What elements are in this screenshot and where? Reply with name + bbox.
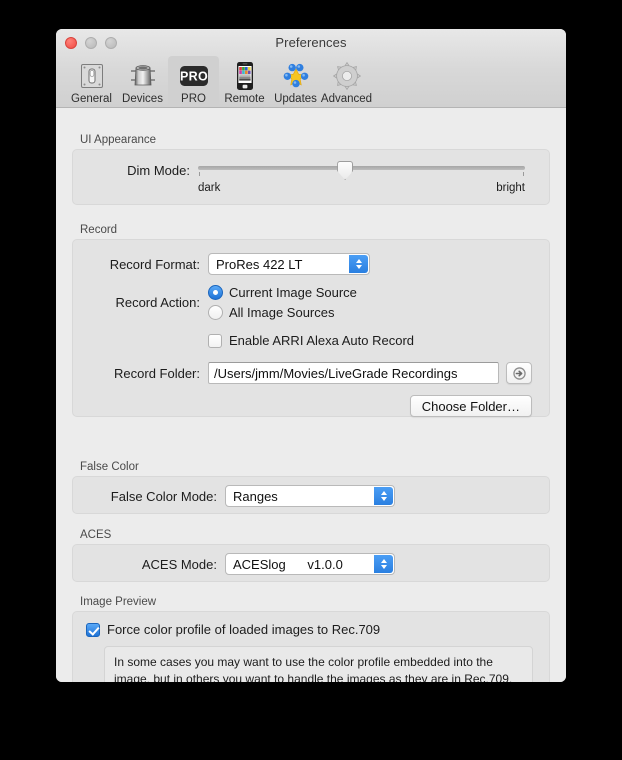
toolbar-item-updates[interactable]: Updates <box>270 56 321 107</box>
toolbar-item-advanced[interactable]: Advanced <box>321 56 372 107</box>
toolbar-item-remote[interactable]: Remote <box>219 56 270 107</box>
arrow-right-circle-icon <box>512 366 526 380</box>
group-image-preview: Force color profile of loaded images to … <box>72 611 550 682</box>
preferences-content: UI Appearance Dim Mode: dark bright Reco… <box>56 108 566 682</box>
record-action-label: Record Action: <box>115 295 200 310</box>
record-folder-value: /Users/jmm/Movies/LiveGrade Recordings <box>214 365 458 381</box>
toolbar-label-pro: PRO <box>181 93 206 105</box>
dim-mode-label: Dim Mode: <box>127 162 190 178</box>
false-color-mode-value: Ranges <box>233 488 278 504</box>
toolbar-label-general: General <box>71 93 112 105</box>
checkbox-indicator-checked <box>86 622 100 637</box>
toolbar-label-updates: Updates <box>274 93 317 105</box>
preferences-window: Preferences General Devices PRO PRO Remo… <box>56 29 566 682</box>
record-format-value: ProRes 422 LT <box>216 256 303 272</box>
group-false-color: False Color Mode: Ranges <box>72 476 550 514</box>
svg-text:PRO: PRO <box>180 69 208 83</box>
checkbox-label-force-rec709: Force color profile of loaded images to … <box>107 622 381 637</box>
choose-folder-label: Choose Folder… <box>421 398 520 414</box>
chevron-updown-icon <box>349 255 368 273</box>
slider-tick-min <box>199 172 200 176</box>
dim-mode-slider[interactable] <box>198 159 525 181</box>
checkbox-indicator-unchecked <box>208 333 222 348</box>
gear-icon <box>330 59 364 92</box>
checkbox-label-arri-alexa-auto-record: Enable ARRI Alexa Auto Record <box>229 333 415 348</box>
false-color-mode-select[interactable]: Ranges <box>225 485 395 507</box>
slider-min-label: dark <box>198 182 221 194</box>
preferences-toolbar: General Devices PRO PRO Remote Updates A… <box>66 56 372 107</box>
toolbar-label-advanced: Advanced <box>320 93 373 105</box>
slider-track <box>198 166 525 170</box>
slider-knob[interactable] <box>337 161 354 180</box>
section-title-ui-appearance: UI Appearance <box>80 134 157 146</box>
device-cylinder-icon <box>126 59 160 92</box>
choose-folder-button[interactable]: Choose Folder… <box>409 395 532 417</box>
false-color-mode-label: False Color Mode: <box>110 488 217 504</box>
toolbar-label-devices: Devices <box>122 93 163 105</box>
radio-label-all-image-sources: All Image Sources <box>229 305 335 320</box>
radio-label-current-image-source: Current Image Source <box>229 285 357 300</box>
chevron-updown-icon <box>374 487 393 505</box>
blue-dots-star-icon <box>279 59 313 92</box>
chevron-updown-icon <box>374 555 393 573</box>
aces-mode-label: ACES Mode: <box>141 556 217 572</box>
radio-all-image-sources[interactable]: All Image Sources <box>208 305 357 320</box>
aces-mode-select[interactable]: ACESlog v1.0.0 <box>225 553 395 575</box>
toolbar-item-general[interactable]: General <box>66 56 117 107</box>
slider-tick-max <box>523 172 524 176</box>
checkbox-arri-alexa-auto-record[interactable]: Enable ARRI Alexa Auto Record <box>208 333 414 348</box>
record-folder-row: Record Folder: /Users/jmm/Movies/LiveGra… <box>85 362 535 384</box>
record-folder-input[interactable]: /Users/jmm/Movies/LiveGrade Recordings <box>208 362 499 384</box>
radio-indicator-unselected <box>208 305 223 320</box>
reveal-folder-button[interactable] <box>506 362 532 384</box>
slider-max-label: bright <box>496 182 525 194</box>
title-bar: Preferences General Devices PRO PRO Remo… <box>56 29 566 108</box>
section-title-record: Record <box>80 224 118 236</box>
aces-mode-row: ACES Mode: ACESlog v1.0.0 <box>85 553 535 575</box>
record-folder-label: Record Folder: <box>114 365 200 381</box>
group-ui-appearance: Dim Mode: dark bright <box>72 149 550 205</box>
dim-mode-row: Dim Mode: <box>85 159 525 181</box>
section-title-image-preview: Image Preview <box>80 596 157 608</box>
aces-mode-value: ACESlog v1.0.0 <box>233 556 343 572</box>
pro-badge-icon: PRO <box>177 59 211 92</box>
record-format-label: Record Format: <box>109 256 200 272</box>
false-color-mode-row: False Color Mode: Ranges <box>85 485 535 507</box>
switch-panel-icon <box>75 59 109 92</box>
image-preview-help-text: In some cases you may want to use the co… <box>104 646 533 682</box>
toolbar-label-remote: Remote <box>224 93 265 105</box>
section-title-aces: ACES <box>80 529 112 541</box>
radio-indicator-selected <box>208 285 223 300</box>
toolbar-item-devices[interactable]: Devices <box>117 56 168 107</box>
radio-current-image-source[interactable]: Current Image Source <box>208 285 357 300</box>
checkbox-force-rec709[interactable]: Force color profile of loaded images to … <box>86 622 533 637</box>
window-title: Preferences <box>275 35 347 50</box>
toolbar-item-pro[interactable]: PRO PRO <box>168 56 219 107</box>
group-aces: ACES Mode: ACESlog v1.0.0 <box>72 544 550 582</box>
group-record: Record Format: ProRes 422 LT Record Acti… <box>72 239 550 417</box>
record-format-row: Record Format: ProRes 422 LT <box>85 253 535 275</box>
section-title-false-color: False Color <box>80 461 139 473</box>
phone-colorchart-icon <box>228 59 262 92</box>
record-format-select[interactable]: ProRes 422 LT <box>208 253 370 275</box>
record-action-row: Record Action: Current Image Source All … <box>85 285 535 320</box>
